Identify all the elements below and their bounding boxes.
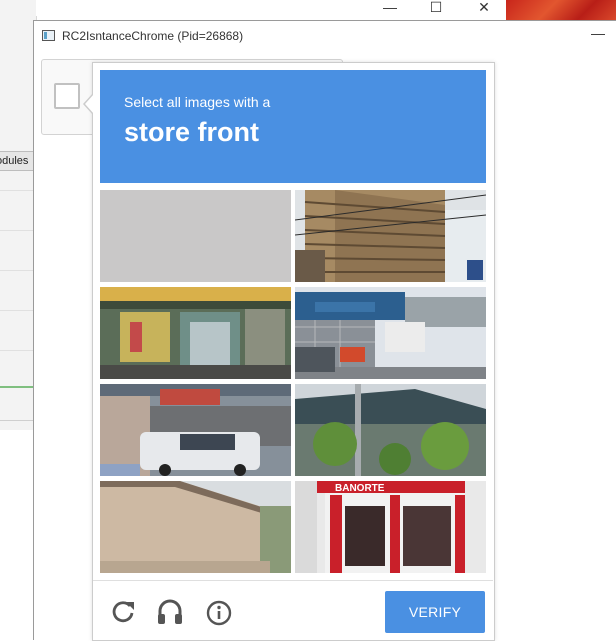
image-tile-7[interactable]	[100, 481, 291, 573]
verify-button[interactable]: VERIFY	[385, 591, 485, 633]
background-gridline	[0, 270, 34, 271]
instruction-text: Select all images with a	[124, 94, 271, 110]
info-button[interactable]	[204, 596, 234, 628]
tile-image	[295, 190, 486, 282]
background-gridline	[0, 230, 34, 231]
background-maximize-button[interactable]: ☐	[414, 0, 458, 16]
background-gridline	[0, 310, 34, 311]
reload-icon	[112, 601, 134, 623]
background-divider	[0, 420, 36, 421]
desktop-wallpaper-fragment	[506, 0, 616, 20]
challenge-header: Select all images with a store front	[100, 70, 486, 183]
image-tile-3[interactable]	[100, 287, 291, 379]
image-grid: BANORTE	[100, 190, 486, 574]
tile-image	[295, 384, 486, 476]
image-tile-4[interactable]	[295, 287, 486, 379]
tile-image	[100, 190, 291, 282]
app-icon	[42, 30, 55, 41]
minimize-button[interactable]: —	[591, 25, 605, 41]
tile-image	[295, 287, 486, 379]
info-icon	[206, 600, 232, 626]
window-titlebar[interactable]: RC2IsntanceChrome (Pid=26868) —	[34, 21, 616, 51]
headphones-icon	[158, 599, 182, 624]
footer-divider	[93, 580, 493, 581]
image-tile-2[interactable]	[295, 190, 486, 282]
reload-button[interactable]	[108, 596, 138, 628]
background-panel	[0, 0, 37, 430]
tile-image: BANORTE	[295, 481, 486, 573]
background-window: odules	[0, 0, 37, 639]
background-minimize-button[interactable]: —	[368, 0, 412, 16]
background-gridline	[0, 190, 34, 191]
audio-challenge-button[interactable]	[155, 596, 185, 628]
tile-image	[100, 481, 291, 573]
background-plot-line	[0, 386, 34, 388]
image-tile-1[interactable]	[100, 190, 291, 282]
background-tab[interactable]: odules	[0, 151, 35, 171]
tile-image	[100, 384, 291, 476]
recaptcha-checkbox[interactable]	[54, 83, 80, 109]
target-object-text: store front	[124, 117, 259, 147]
popup-arrow-inner	[85, 94, 94, 114]
window-title: RC2IsntanceChrome (Pid=26868)	[62, 29, 244, 43]
tile-image	[100, 287, 291, 379]
image-tile-8[interactable]: BANORTE	[295, 481, 486, 573]
background-close-button[interactable]: ✕	[462, 0, 506, 16]
image-tile-5[interactable]	[100, 384, 291, 476]
image-tile-6[interactable]	[295, 384, 486, 476]
bank-sign-text: BANORTE	[335, 483, 385, 494]
background-gridline	[0, 350, 34, 351]
